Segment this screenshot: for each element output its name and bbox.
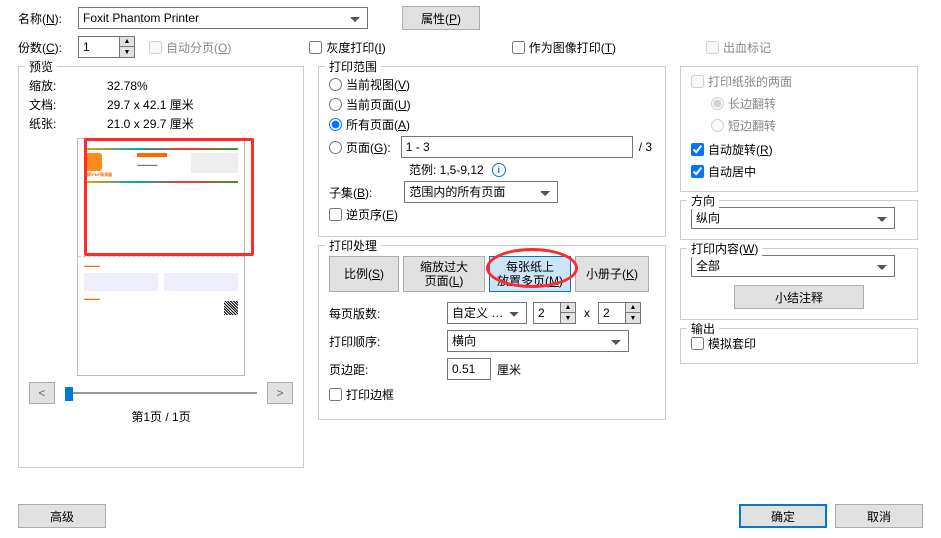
- orientation-title: 方向: [687, 192, 719, 209]
- tab-scale[interactable]: 比例(S): [329, 256, 399, 292]
- grayscale-checkbox[interactable]: 灰度打印(I): [309, 39, 385, 56]
- page-indicator: 第1页 / 1页: [29, 408, 293, 425]
- radio-long-edge: 长边翻转: [711, 95, 776, 112]
- rows-up[interactable]: ▲: [626, 303, 640, 313]
- output-title: 输出: [687, 320, 719, 337]
- as-image-checkbox[interactable]: 作为图像打印(T): [512, 39, 616, 56]
- copies-down[interactable]: ▼: [120, 47, 134, 57]
- margin-label: 页边距:: [329, 361, 399, 378]
- printer-name-label: 名称(N):: [18, 10, 78, 27]
- duplex-checkbox: 打印纸张的两面: [691, 73, 792, 90]
- printer-name-select[interactable]: Foxit Phantom Printer: [78, 7, 368, 29]
- radio-current-view[interactable]: 当前视图(V): [329, 76, 410, 93]
- print-content-select[interactable]: 全部: [691, 255, 895, 277]
- per-sheet-rows[interactable]: [598, 302, 626, 324]
- rows-down[interactable]: ▼: [626, 313, 640, 323]
- radio-pages[interactable]: 页面(G):: [329, 139, 391, 156]
- radio-current-page[interactable]: 当前页面(U): [329, 96, 411, 113]
- bleed-marks-checkbox: 出血标记: [706, 39, 771, 56]
- cols-down[interactable]: ▼: [561, 313, 575, 323]
- paper-label: 纸张:: [29, 115, 77, 132]
- per-sheet-cols[interactable]: [533, 302, 561, 324]
- zoom-value: 32.78%: [107, 79, 148, 93]
- range-title: 打印范围: [325, 58, 381, 75]
- doc-value: 29.7 x 42.1 厘米: [107, 96, 194, 113]
- autocenter-checkbox[interactable]: 自动居中: [691, 163, 756, 180]
- properties-button[interactable]: 属性(P): [402, 6, 480, 30]
- order-label: 打印顺序:: [329, 333, 399, 350]
- reverse-order-checkbox[interactable]: 逆页序(E): [329, 206, 398, 223]
- paper-value: 21.0 x 29.7 厘米: [107, 115, 194, 132]
- ok-button[interactable]: 确定: [739, 504, 827, 528]
- preview-slider[interactable]: [65, 384, 257, 402]
- subset-label: 子集(B):: [329, 184, 372, 201]
- preview-thumbnail: 福昕PDF阅读器 ▬▬▬▬▬ ▬▬▬▬ ▬▬▬▬: [29, 138, 293, 376]
- margin-input[interactable]: [447, 358, 491, 380]
- print-content-title: 打印内容(W): [687, 240, 762, 257]
- print-border-checkbox[interactable]: 打印边框: [329, 386, 394, 403]
- subset-select[interactable]: 范围内的所有页面: [404, 181, 558, 203]
- prev-page-button[interactable]: <: [29, 382, 55, 404]
- per-sheet-mode-select[interactable]: 自定义 …: [447, 302, 527, 324]
- preview-title: 预览: [25, 58, 57, 75]
- doc-label: 文档:: [29, 96, 77, 113]
- range-example: 范例: 1,5-9,12: [409, 161, 484, 178]
- next-page-button[interactable]: >: [267, 382, 293, 404]
- info-icon[interactable]: i: [492, 163, 506, 177]
- order-select[interactable]: 横向: [447, 330, 629, 352]
- simulate-overprint-checkbox[interactable]: 模拟套印: [691, 335, 756, 352]
- radio-all-pages[interactable]: 所有页面(A): [329, 116, 410, 133]
- summarize-comments-button[interactable]: 小结注释: [734, 285, 864, 309]
- advanced-button[interactable]: 高级: [18, 504, 106, 528]
- autorotate-checkbox[interactable]: 自动旋转(R): [691, 141, 773, 158]
- margin-unit: 厘米: [497, 361, 521, 378]
- copies-label: 份数(C):: [18, 39, 78, 56]
- radio-short-edge: 短边翻转: [711, 117, 776, 134]
- tab-multiple[interactable]: 每张纸上放置多页(M): [489, 256, 571, 292]
- copies-input[interactable]: [78, 36, 120, 58]
- highlight-rect: [84, 138, 254, 256]
- zoom-label: 缩放:: [29, 77, 77, 94]
- tab-fit[interactable]: 缩放过大页面(L): [403, 256, 485, 292]
- cancel-button[interactable]: 取消: [835, 504, 923, 528]
- page-range-input[interactable]: [401, 136, 633, 158]
- copies-up[interactable]: ▲: [120, 37, 134, 47]
- cols-up[interactable]: ▲: [561, 303, 575, 313]
- orientation-select[interactable]: 纵向: [691, 207, 895, 229]
- handling-title: 打印处理: [325, 237, 381, 254]
- tab-booklet[interactable]: 小册子(K): [575, 256, 649, 292]
- x-label: x: [576, 306, 598, 320]
- total-pages: / 3: [639, 140, 652, 154]
- collate-checkbox: 自动分页(O): [149, 39, 231, 56]
- per-sheet-label: 每页版数:: [329, 305, 399, 322]
